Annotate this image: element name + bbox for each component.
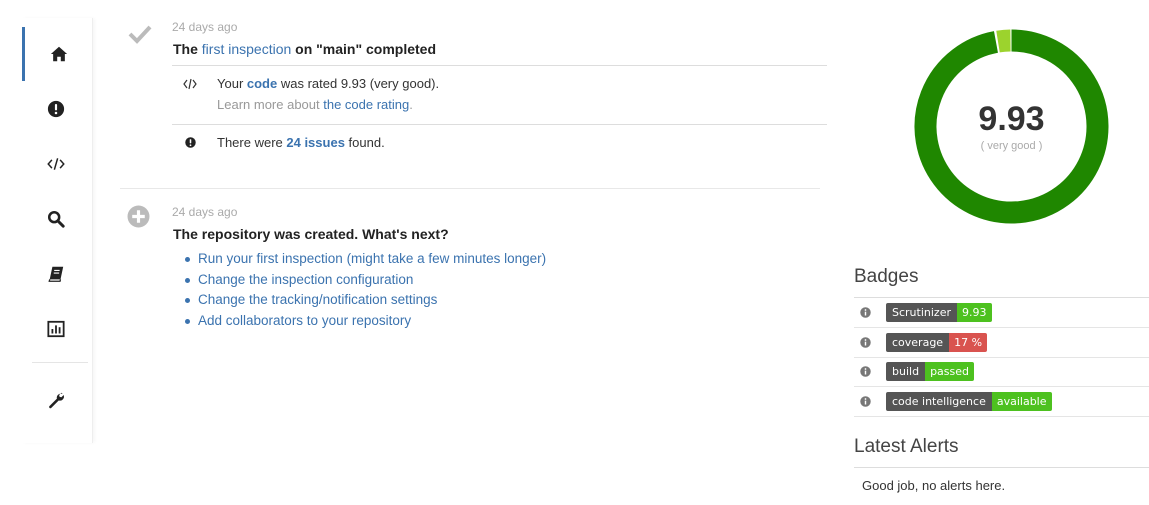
info-icon[interactable]: [860, 366, 871, 378]
alerts-heading: Latest Alerts: [854, 436, 959, 457]
badge-value: 17 %: [949, 332, 988, 352]
code-icon: [183, 78, 197, 90]
first-inspection-link[interactable]: first inspection: [202, 41, 291, 57]
sidebar-item-statistics[interactable]: [22, 302, 90, 356]
badge-label: build: [886, 362, 926, 382]
event-title: The first inspection on "main" completed: [173, 41, 437, 57]
sidebar-item-home[interactable]: [22, 27, 92, 81]
divider: [172, 124, 827, 125]
next-step-link[interactable]: Add collaborators to your repository: [198, 313, 411, 328]
sidebar-item-settings[interactable]: [22, 373, 90, 427]
issues-link[interactable]: 24 issues: [286, 135, 345, 150]
list-item: Change the tracking/notification setting…: [174, 290, 546, 311]
rating-text: Your code was rated 9.93 (very good).: [217, 76, 440, 91]
score-label: ( very good ): [980, 140, 1043, 152]
badge-row: code intelligence available: [854, 387, 1149, 418]
alerts-text: Good job, no alerts here.: [862, 478, 1006, 493]
sidebar-item-search[interactable]: [22, 192, 90, 246]
divider: [854, 467, 1149, 468]
info-icon[interactable]: [860, 336, 871, 348]
check-icon: [128, 25, 152, 44]
code-rating-link[interactable]: the code rating: [323, 97, 409, 112]
next-step-link[interactable]: Change the inspection configuration: [198, 272, 413, 287]
badge-value: passed: [925, 362, 974, 382]
badge-label: code intelligence: [886, 392, 992, 412]
sidebar-divider: [32, 362, 88, 363]
code-icon: [47, 158, 65, 170]
sidebar: [22, 18, 93, 443]
next-steps-list: Run your first inspection (might take a …: [174, 249, 546, 332]
next-step-link[interactable]: Run your first inspection (might take a …: [198, 251, 546, 266]
badge[interactable]: code intelligence available: [886, 392, 1052, 412]
score-gauge: 9.93 ( very good ): [913, 28, 1110, 225]
wrench-icon: [49, 392, 64, 409]
sidebar-item-code[interactable]: [22, 137, 90, 191]
event-title: The repository was created. What's next?: [173, 226, 449, 242]
badge[interactable]: build passed: [886, 362, 974, 382]
list-item: Add collaborators to your repository: [174, 311, 546, 332]
issues-text: There were 24 issues found.: [217, 135, 385, 150]
badge-value: available: [991, 392, 1052, 412]
search-icon: [47, 210, 65, 228]
divider: [172, 65, 827, 66]
code-link[interactable]: code: [247, 76, 277, 91]
info-icon[interactable]: [860, 307, 871, 318]
home-icon: [50, 46, 67, 62]
badge[interactable]: Scrutinizer 9.93: [886, 303, 992, 322]
learn-more-text: Learn more about the code rating.: [217, 97, 413, 112]
issues-icon: [47, 100, 65, 118]
statistics-icon: [47, 320, 65, 338]
badge-label: coverage: [886, 332, 950, 352]
badge-value: 9.93: [957, 303, 992, 322]
sidebar-item-issues[interactable]: [22, 82, 90, 136]
plus-circle-icon: [127, 205, 150, 228]
badge[interactable]: coverage 17 %: [886, 332, 988, 352]
badge-row: build passed: [854, 357, 1149, 388]
badges-heading: Badges: [854, 266, 919, 287]
issues-icon: [185, 137, 196, 148]
list-item: Change the inspection configuration: [174, 270, 546, 291]
score-value: 9.93: [978, 100, 1045, 138]
book-icon: [48, 266, 64, 282]
sidebar-item-docs[interactable]: [22, 247, 90, 301]
section-divider: [120, 188, 820, 189]
list-item: Run your first inspection (might take a …: [174, 249, 546, 270]
event-time: 24 days ago: [172, 205, 238, 219]
badge-row: coverage 17 %: [854, 328, 1149, 358]
badge-row: Scrutinizer 9.93: [854, 298, 1149, 328]
badge-label: Scrutinizer: [886, 303, 957, 322]
event-time: 24 days ago: [172, 20, 238, 34]
remainder-arc: [996, 29, 1011, 53]
next-step-link[interactable]: Change the tracking/notification setting…: [198, 292, 437, 307]
info-icon[interactable]: [860, 396, 871, 407]
